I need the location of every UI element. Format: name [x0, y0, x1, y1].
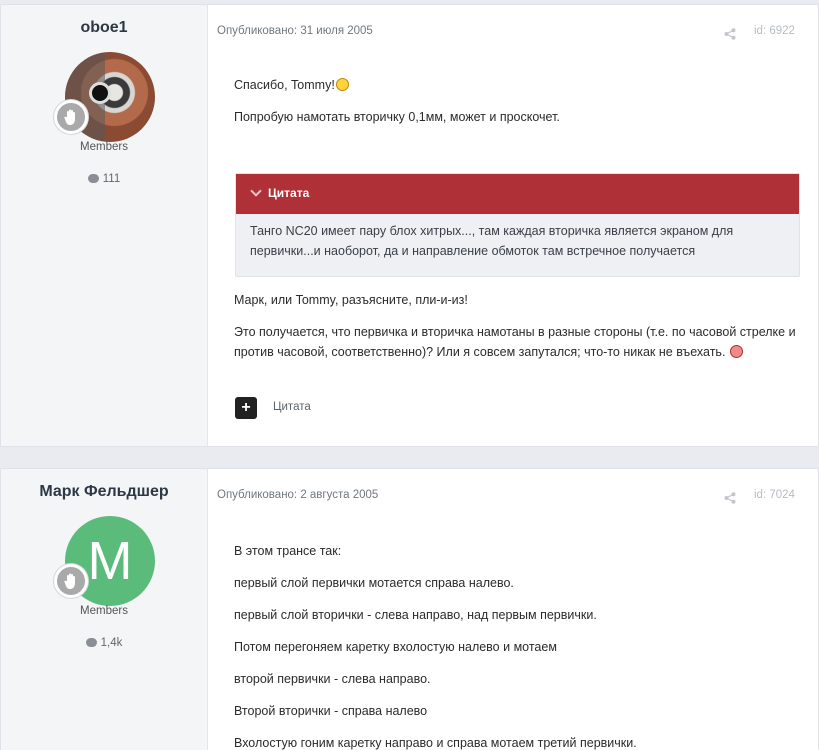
chevron-down-icon	[250, 185, 262, 197]
post-body-continued: Марк, или Tommy, разъясните, пли-и-из! Э…	[234, 290, 800, 362]
quote-header[interactable]: Цитата	[236, 174, 799, 214]
post-date[interactable]: Опубликовано: 2 августа 2005	[217, 489, 378, 501]
paragraph: Это получается, что первичка и вторичка …	[234, 325, 796, 359]
paragraph: Второй вторички - справа налево	[234, 704, 428, 718]
author-name[interactable]: oboe1	[1, 19, 207, 37]
sad-face-icon	[729, 345, 743, 358]
post-body: В этом трансе так: первый слой первички …	[234, 541, 800, 750]
quote-title: Цитата	[268, 186, 310, 200]
multiquote-button[interactable]: +	[235, 397, 257, 419]
hand-icon	[54, 564, 88, 598]
paragraph: Марк, или Tommy, разъясните, пли-и-из!	[234, 293, 468, 307]
post: Марк Фельдшер M Members 1,4k Опубликован…	[0, 468, 819, 750]
smiley-icon	[335, 78, 349, 91]
share-icon[interactable]	[724, 491, 736, 509]
share-icon[interactable]	[724, 27, 736, 45]
post-count-value: 111	[102, 173, 121, 185]
post-date[interactable]: Опубликовано: 31 июля 2005	[217, 25, 373, 37]
paragraph: В этом трансе так:	[234, 544, 342, 558]
paragraph: первый слой первички мотается справа нал…	[234, 576, 514, 590]
author-panel: Марк Фельдшер M Members 1,4k	[1, 469, 208, 750]
post-count: 111	[1, 173, 207, 185]
author-group: Members	[80, 141, 128, 153]
quote-button[interactable]: Цитата	[273, 401, 311, 413]
paragraph: Потом перегоняем каретку вхолостую налев…	[234, 640, 557, 654]
avatar-lens	[89, 82, 111, 104]
author-panel: oboe1 Members 111	[1, 5, 208, 446]
paragraph: Спасибо, Tommy!	[234, 75, 800, 95]
paragraph: второй первички - слева направо.	[234, 672, 431, 686]
post-id[interactable]: id: 7024	[754, 489, 795, 501]
quote-block: Цитата Танго NC20 имеет пару блох хитрых…	[235, 173, 800, 277]
paragraph: Вхолостую гоним каретку направо и справа…	[234, 736, 637, 750]
post-count: 1,4k	[1, 637, 207, 649]
comment-icon	[85, 638, 97, 647]
post-id[interactable]: id: 6922	[754, 25, 795, 37]
quote-text: Танго NC20 имеет пару блох хитрых..., та…	[250, 224, 734, 258]
post-count-value: 1,4k	[100, 637, 123, 649]
comment-icon	[87, 174, 99, 183]
post-body: Спасибо, Tommy! Попробую намотать вторич…	[234, 75, 800, 127]
paragraph: первый слой вторички - слева направо, на…	[234, 608, 597, 622]
post: oboe1 Members 111 Опубликовано: 31 июля …	[0, 4, 819, 447]
paragraph: Попробую намотать вторичку 0,1мм, может …	[234, 110, 560, 124]
author-group: Members	[80, 605, 128, 617]
author-name[interactable]: Марк Фельдшер	[1, 483, 207, 501]
hand-icon	[54, 100, 88, 134]
